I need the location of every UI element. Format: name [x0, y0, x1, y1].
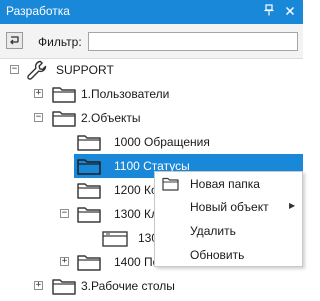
- tree-node-label: SUPPORT: [56, 63, 114, 77]
- refresh-icon: [10, 36, 19, 45]
- expand-icon[interactable]: +: [34, 89, 43, 98]
- tree-node-label: 1.Пользователи: [81, 87, 170, 101]
- refresh-button[interactable]: [6, 32, 23, 49]
- folder-icon: [77, 135, 101, 151]
- folder-icon: [77, 159, 101, 175]
- tree-node-label: 3.Рабочие столы: [81, 279, 175, 293]
- filter-label: Фильтр:: [38, 35, 82, 49]
- folder-icon: [52, 87, 76, 103]
- folder-icon: [77, 183, 101, 199]
- tree-node[interactable]: − 2.Объекты: [0, 106, 303, 130]
- submenu-arrow-icon: ▶: [289, 201, 296, 210]
- tree-node-label: 1400 По: [114, 255, 160, 269]
- collapse-icon[interactable]: −: [34, 113, 43, 122]
- expand-icon[interactable]: +: [34, 281, 43, 290]
- collapse-icon[interactable]: −: [60, 209, 69, 218]
- filter-toolbar: Фильтр:: [0, 24, 303, 59]
- menu-item-label: Новая папка: [190, 177, 260, 191]
- tree-node-label: 1000 Обращения: [114, 135, 210, 149]
- folder-icon: [77, 207, 101, 223]
- menu-item-new-object[interactable]: Новый объект ▶: [155, 195, 302, 219]
- tree-node-root[interactable]: − SUPPORT: [0, 58, 303, 82]
- pin-icon[interactable]: [262, 4, 276, 20]
- tree-node-label: 1200 Ко: [114, 183, 158, 197]
- menu-item-delete[interactable]: Удалить: [155, 219, 302, 243]
- tree-node[interactable]: + 1.Пользователи: [0, 82, 303, 106]
- expand-icon[interactable]: +: [60, 257, 69, 266]
- wrench-icon: [27, 60, 47, 80]
- panel-title: Разработка: [6, 4, 70, 18]
- tree-node[interactable]: + 3.Рабочие столы: [0, 274, 303, 298]
- tree-node[interactable]: 1000 Обращения: [0, 130, 303, 154]
- menu-item-new-folder[interactable]: Новая папка: [155, 172, 302, 196]
- form-icon: [102, 231, 128, 247]
- context-menu: Новая папка Новый объект ▶ Удалить Обнов…: [154, 171, 303, 267]
- folder-icon: [162, 177, 179, 191]
- panel-titlebar: Разработка: [0, 0, 303, 24]
- menu-item-label: Новый объект: [190, 200, 269, 214]
- filter-input[interactable]: [88, 32, 298, 51]
- menu-item-label: Обновить: [190, 248, 245, 262]
- menu-item-refresh[interactable]: Обновить: [155, 243, 302, 267]
- folder-icon: [52, 279, 76, 295]
- tree-node-label: 2.Объекты: [81, 111, 141, 125]
- menu-item-label: Удалить: [190, 224, 236, 238]
- collapse-icon[interactable]: −: [10, 65, 19, 74]
- folder-icon: [52, 111, 76, 127]
- tree-node-label: 1300 Кл: [114, 207, 159, 221]
- close-icon[interactable]: [283, 4, 297, 20]
- folder-icon: [77, 255, 101, 271]
